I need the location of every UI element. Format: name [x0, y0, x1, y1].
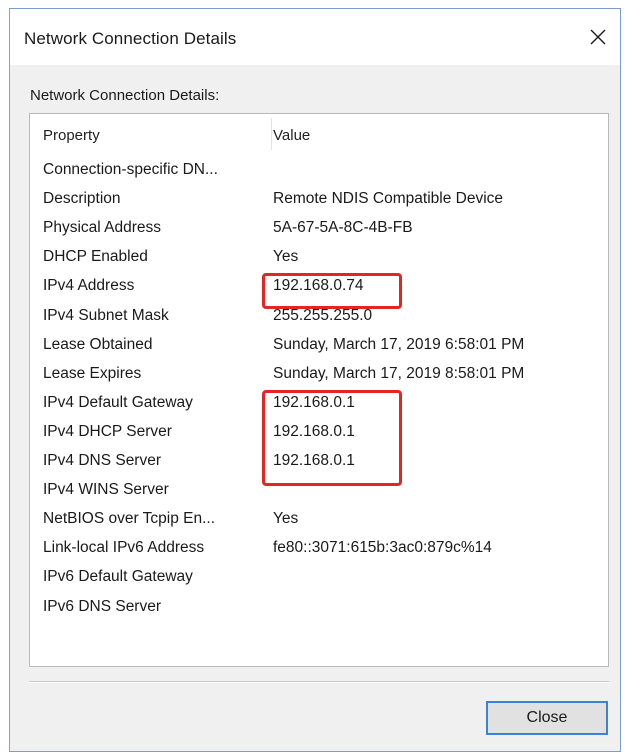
table-row[interactable]: IPv6 DNS Server [30, 593, 608, 622]
title-bar: Network Connection Details [10, 9, 620, 65]
table-row[interactable]: DHCP Enabled Yes [30, 243, 608, 272]
value-cell: 192.168.0.74 [273, 277, 364, 295]
table-row[interactable]: IPv4 Address 192.168.0.74 [30, 272, 608, 301]
details-list-view[interactable]: Property Value Connection-specific DN...… [29, 113, 609, 667]
table-row[interactable]: IPv6 Default Gateway [30, 563, 608, 592]
network-connection-details-dialog: Network Connection Details Network Conne… [9, 8, 621, 752]
column-header-property[interactable]: Property [43, 127, 100, 144]
property-cell: Description [43, 190, 121, 208]
table-row[interactable]: IPv4 DHCP Server 192.168.0.1 [30, 418, 608, 447]
value-cell: fe80::3071:615b:3ac0:879c%14 [273, 539, 492, 557]
column-header-value[interactable]: Value [273, 127, 310, 144]
details-group-label: Network Connection Details: [30, 87, 220, 104]
value-cell: Remote NDIS Compatible Device [273, 190, 504, 208]
property-cell: IPv4 Address [43, 277, 135, 295]
close-x-glyph [590, 29, 606, 45]
value-cell: 5A-67-5A-8C-4B-FB [273, 219, 413, 237]
list-header: Property Value [30, 114, 608, 154]
value-cell: 192.168.0.1 [273, 452, 355, 469]
close-icon[interactable] [580, 19, 616, 55]
property-cell: IPv4 Default Gateway [43, 393, 193, 411]
window-title: Network Connection Details [24, 29, 237, 48]
value-cell: 192.168.0.1 [273, 393, 355, 411]
table-row[interactable]: Link-local IPv6 Address fe80::3071:615b:3… [30, 534, 608, 563]
value-cell: Sunday, March 17, 2019 8:58:01 PM [273, 364, 525, 382]
value-cell: 255.255.255.0 [273, 306, 373, 324]
property-cell: DHCP Enabled [43, 248, 148, 266]
separator [29, 681, 609, 683]
table-row[interactable]: Description Remote NDIS Compatible Device [30, 185, 608, 214]
table-row[interactable]: IPv4 Subnet Mask 255.255.255.0 [30, 302, 608, 331]
property-cell: Lease Obtained [43, 335, 153, 353]
table-row[interactable]: NetBIOS over Tcpip En... Yes [30, 505, 608, 534]
property-cell: IPv4 DNS Server [43, 452, 162, 469]
value-cell: Yes [273, 248, 299, 266]
property-cell: Physical Address [43, 219, 162, 237]
table-row[interactable]: Lease Expires Sunday, March 17, 2019 8:58… [30, 360, 608, 389]
value-cell: 192.168.0.1 [273, 422, 355, 440]
table-row[interactable]: IPv4 WINS Server [30, 476, 608, 505]
property-cell: IPv6 DNS Server [43, 597, 162, 615]
property-cell: NetBIOS over Tcpip En... [43, 510, 216, 528]
table-row[interactable]: Physical Address 5A-67-5A-8C-4B-FB [30, 214, 608, 243]
property-cell: Link-local IPv6 Address [43, 539, 205, 557]
property-cell: IPv4 DHCP Server [43, 422, 172, 440]
table-row[interactable]: IPv4 Default Gateway 192.168.0.1 [30, 389, 608, 418]
property-cell: IPv6 Default Gateway [43, 568, 193, 586]
table-row[interactable]: Lease Obtained Sunday, March 17, 2019 6:5… [30, 331, 608, 360]
property-cell: IPv4 WINS Server [43, 481, 169, 499]
property-cell: Connection-specific DN... [43, 161, 218, 178]
value-cell: Sunday, March 17, 2019 6:58:01 PM [273, 335, 525, 353]
table-row[interactable]: IPv4 DNS Server 192.168.0.1 [30, 447, 608, 476]
column-divider[interactable] [271, 118, 272, 150]
table-row[interactable]: Connection-specific DN... [30, 156, 608, 185]
property-cell: Lease Expires [43, 364, 142, 382]
value-cell: Yes [273, 510, 299, 528]
property-cell: IPv4 Subnet Mask [43, 306, 169, 324]
close-button[interactable]: Close [486, 701, 608, 735]
